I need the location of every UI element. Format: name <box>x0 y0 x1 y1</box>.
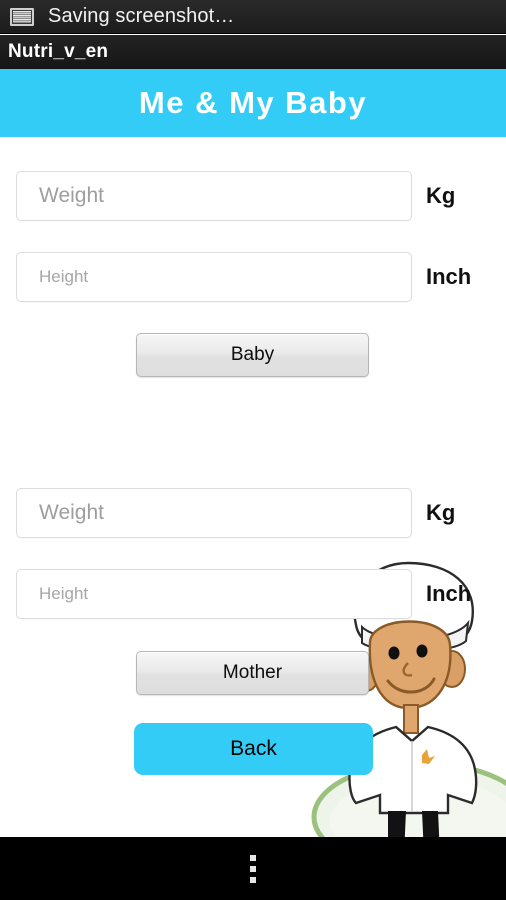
baby-weight-placeholder: Weight <box>39 184 104 207</box>
overflow-dot <box>250 854 256 861</box>
mother-height-row: Height Inch <box>16 569 471 619</box>
mother-height-placeholder: Height <box>39 584 89 603</box>
phone-screen: Saving screenshot… Nutri_v_en Me & My Ba… <box>0 0 506 900</box>
app-name-label: Nutri_v_en <box>8 41 109 62</box>
baby-weight-row: Weight Kg <box>16 171 455 221</box>
android-navigation-bar <box>0 837 506 900</box>
mother-height-unit-label: Inch <box>426 581 472 606</box>
mother-weight-unit-label: Kg <box>426 500 456 525</box>
baby-button[interactable]: Baby <box>136 333 369 377</box>
overflow-dot <box>250 865 256 872</box>
form-content-area: Weight Kg Height Inch Baby Weight Kg Hei… <box>0 137 506 874</box>
app-title-bar: Nutri_v_en <box>0 35 506 69</box>
page-header-banner: Me & My Baby <box>0 69 506 137</box>
back-button-label: Back <box>230 737 277 760</box>
baby-height-unit-label: Inch <box>426 264 472 289</box>
baby-weight-unit-label: Kg <box>426 183 456 208</box>
baby-height-placeholder: Height <box>39 267 89 286</box>
baby-height-input[interactable]: Height <box>16 252 412 302</box>
mother-weight-row: Weight Kg <box>16 488 455 538</box>
mother-button-label: Mother <box>222 662 283 683</box>
status-bar-text: Saving screenshot… <box>48 5 235 27</box>
back-button[interactable]: Back <box>134 723 373 775</box>
android-status-bar: Saving screenshot… <box>0 0 506 34</box>
overflow-dot <box>250 876 256 883</box>
mother-button[interactable]: Mother <box>136 651 369 695</box>
mother-weight-input[interactable]: Weight <box>16 488 412 538</box>
baby-button-label: Baby <box>230 344 275 365</box>
mother-height-input[interactable]: Height <box>16 569 412 619</box>
baby-weight-input[interactable]: Weight <box>16 171 412 221</box>
overflow-menu-icon[interactable] <box>250 854 256 883</box>
screenshot-image-icon <box>10 7 34 26</box>
page-title: Me & My Baby <box>138 85 368 120</box>
mother-weight-placeholder: Weight <box>39 501 104 524</box>
baby-height-row: Height Inch <box>16 252 471 302</box>
